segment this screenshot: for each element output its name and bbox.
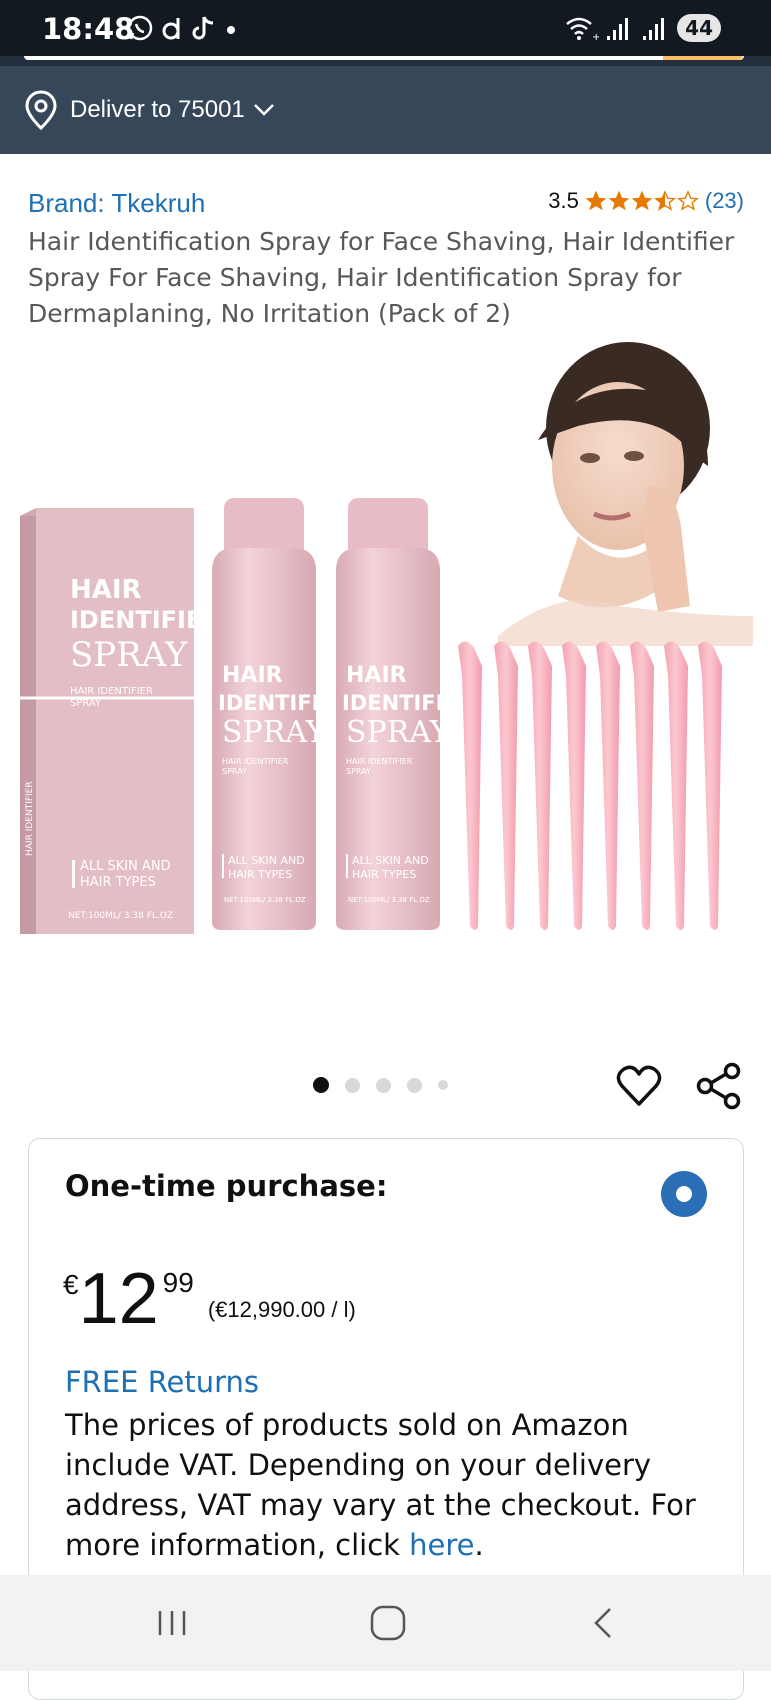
price-whole: 12 <box>78 1259 159 1339</box>
brand-rating-row: Brand: Tkekruh 3.5 (23) <box>28 188 744 222</box>
vat-notice: The prices of products sold on Amazon in… <box>65 1405 715 1565</box>
d-app-icon <box>162 18 180 40</box>
model-photo <box>488 336 753 646</box>
signal-icon <box>607 18 629 40</box>
svg-text:SPRAY: SPRAY <box>70 698 102 709</box>
wifi-icon: + <box>566 17 599 42</box>
spray-can-2: HAIR IDENTIFIER SPRAY HAIR IDENTIFIER SP… <box>336 498 474 930</box>
status-time: 18:48 <box>42 12 135 46</box>
star-rating <box>585 190 699 212</box>
svg-text:HAIR IDENTIFIER: HAIR IDENTIFIER <box>346 757 413 766</box>
deliver-to-label: Deliver to 75001 <box>70 96 245 123</box>
rating-summary[interactable]: 3.5 (23) <box>548 188 744 214</box>
brand-link[interactable]: Brand: Tkekruh <box>28 188 205 219</box>
vat-notice-text: The prices of products sold on Amazon in… <box>65 1408 696 1562</box>
home-icon[interactable] <box>366 1603 410 1643</box>
svg-text:ALL SKIN AND: ALL SKIN AND <box>80 859 171 874</box>
dot-icon <box>227 26 235 34</box>
svg-text:NET:100ML/ 3.38 FL.OZ: NET:100ML/ 3.38 FL.OZ <box>224 896 306 904</box>
deliver-to-bar[interactable]: Deliver to 75001 <box>0 66 771 154</box>
spray-box: HAIR IDENTIFIER SPRAY HAIR IDENTIFIER SP… <box>20 508 221 934</box>
star-half-icon <box>653 190 676 211</box>
product-title: Hair Identification Spray for Face Shavi… <box>28 227 735 328</box>
svg-text:HAIR TYPES: HAIR TYPES <box>80 875 156 890</box>
android-nav-bar <box>0 1575 771 1671</box>
chevron-down-icon <box>253 104 274 116</box>
star-empty-icon <box>676 190 699 211</box>
price-per-unit: (€12,990.00 / l) <box>207 1297 356 1322</box>
battery-indicator: 44 <box>677 14 721 42</box>
svg-text:HAIR IDENTIFIER: HAIR IDENTIFIER <box>25 781 35 856</box>
carousel-dot-1[interactable] <box>313 1077 329 1093</box>
svg-text:IDENTIFIER: IDENTIFIER <box>342 691 474 715</box>
tiktok-icon <box>192 16 214 40</box>
svg-text:SPRAY: SPRAY <box>222 767 247 776</box>
svg-text:+: + <box>592 32 599 42</box>
svg-text:HAIR TYPES: HAIR TYPES <box>352 868 416 881</box>
svg-text:HAIR: HAIR <box>70 575 142 605</box>
svg-text:HAIR IDENTIFIER: HAIR IDENTIFIER <box>70 686 153 697</box>
free-returns-link[interactable]: FREE Returns <box>65 1365 259 1399</box>
svg-text:SPRAY: SPRAY <box>70 635 188 675</box>
one-time-purchase-radio[interactable] <box>661 1171 707 1217</box>
svg-text:NET:100ML/ 3.38 FL.OZ: NET:100ML/ 3.38 FL.OZ <box>68 911 173 921</box>
rating-count: (23) <box>704 188 744 213</box>
location-pin-icon <box>25 90 57 130</box>
svg-text:IDENTIFIER: IDENTIFIER <box>218 691 350 715</box>
one-time-purchase-label: One-time purchase: <box>65 1169 388 1203</box>
svg-text:HAIR IDENTIFIER: HAIR IDENTIFIER <box>222 757 289 766</box>
star-full-icon <box>585 190 607 211</box>
svg-text:IDENTIFIER: IDENTIFIER <box>70 606 221 634</box>
svg-text:NET:100ML/ 3.38 FL.OZ: NET:100ML/ 3.38 FL.OZ <box>348 896 430 904</box>
status-bar: 18:48 + 44 <box>0 0 771 56</box>
share-icon[interactable] <box>696 1062 742 1110</box>
back-icon[interactable] <box>582 1603 626 1643</box>
carousel-dots <box>313 1077 448 1093</box>
carousel-dot-4[interactable] <box>407 1077 422 1093</box>
svg-text:ALL SKIN AND: ALL SKIN AND <box>352 854 429 867</box>
carousel-dot-2[interactable] <box>345 1077 360 1093</box>
svg-text:HAIR: HAIR <box>346 663 407 688</box>
svg-text:HAIR: HAIR <box>222 663 283 688</box>
system-icons: + 44 <box>563 14 721 42</box>
vat-notice-end: . <box>474 1528 484 1562</box>
rating-value: 3.5 <box>548 188 579 213</box>
dermaplaning-razors <box>458 641 722 930</box>
notification-icons <box>126 14 238 42</box>
search-button-edge[interactable] <box>663 56 743 60</box>
svg-text:SPRAY: SPRAY <box>346 715 451 750</box>
star-full-icon <box>608 190 630 211</box>
product-image[interactable]: HAIR IDENTIFIER SPRAY HAIR IDENTIFIER SP… <box>18 336 753 1006</box>
svg-text:HAIR TYPES: HAIR TYPES <box>228 868 292 881</box>
carousel-dot-3[interactable] <box>376 1077 391 1093</box>
star-full-icon <box>631 190 653 211</box>
svg-text:SPRAY: SPRAY <box>346 767 371 776</box>
svg-text:ALL SKIN AND: ALL SKIN AND <box>228 854 305 867</box>
wishlist-heart-icon[interactable] <box>616 1064 662 1108</box>
price-fraction: 99 <box>162 1267 194 1298</box>
svg-text:SPRAY: SPRAY <box>222 715 327 750</box>
vat-here-link[interactable]: here <box>409 1528 474 1562</box>
price: € 12 99 (€12,990.00 / l) <box>63 1259 356 1339</box>
signal-icon-2 <box>643 18 665 40</box>
spray-can-1: HAIR IDENTIFIER SPRAY HAIR IDENTIFIER SP… <box>212 498 350 930</box>
whatsapp-icon <box>127 15 153 41</box>
search-field-edge[interactable] <box>24 56 744 60</box>
search-bar-edge <box>0 56 771 66</box>
recent-apps-icon[interactable] <box>150 1603 194 1643</box>
carousel-dot-5[interactable] <box>438 1080 448 1090</box>
price-currency: € <box>63 1269 79 1300</box>
